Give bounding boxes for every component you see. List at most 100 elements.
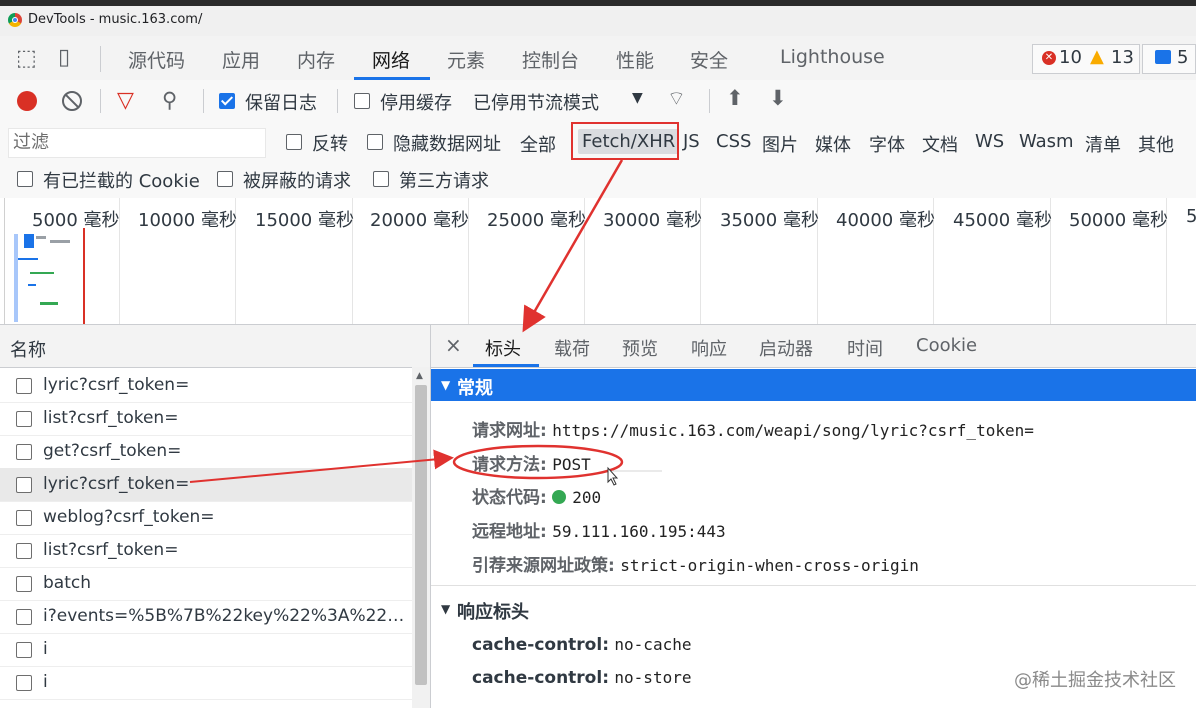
- request-row[interactable]: list?csrf_token=: [0, 534, 412, 568]
- issue-counters[interactable]: ✕ 10 ▲ 13: [1032, 44, 1140, 74]
- record-icon[interactable]: [17, 91, 37, 111]
- timeline-bar: [18, 258, 38, 260]
- tab-elements[interactable]: 元素: [447, 46, 485, 73]
- row-checkbox-icon: [16, 543, 32, 559]
- request-row[interactable]: i: [0, 633, 412, 667]
- messages-counter[interactable]: 5: [1142, 44, 1196, 74]
- window-title-bar: DevTools - music.163.com/: [0, 0, 1196, 37]
- tab-lighthouse[interactable]: Lighthouse: [780, 46, 885, 68]
- tab-memory[interactable]: 内存: [297, 46, 335, 73]
- tab-payload[interactable]: 载荷: [554, 335, 590, 361]
- filter-media[interactable]: 媒体: [815, 131, 851, 157]
- request-row[interactable]: i: [0, 666, 412, 700]
- row-checkbox-icon: [16, 378, 32, 394]
- filter-css[interactable]: CSS: [716, 131, 751, 152]
- filter-input-box[interactable]: [8, 128, 266, 158]
- timeline-bar: [14, 234, 18, 322]
- timeline-overview[interactable]: 5000 毫秒 10000 毫秒 15000 毫秒 20000 毫秒 25000…: [0, 198, 1196, 325]
- filter-font[interactable]: 字体: [869, 131, 905, 157]
- general-section-header[interactable]: ▼ 常规: [431, 369, 1196, 401]
- field-key: 状态代码:: [472, 488, 547, 508]
- request-row[interactable]: batch: [0, 567, 412, 601]
- network-toolbar: ▽ ⚲ 保留日志 停用缓存 已停用节流模式 ▼ ⌔ ⬆ ⬇: [0, 80, 1196, 123]
- filter-all[interactable]: 全部: [520, 131, 556, 157]
- inspect-element-icon[interactable]: ⬚: [16, 48, 37, 70]
- divider: [203, 89, 204, 113]
- row-checkbox-icon: [16, 510, 32, 526]
- filter-doc[interactable]: 文档: [922, 131, 958, 157]
- tab-preview[interactable]: 预览: [622, 335, 658, 361]
- field-key: 请求方法:: [472, 455, 547, 475]
- row-checkbox-icon: [16, 411, 32, 427]
- tab-response[interactable]: 响应: [691, 335, 727, 361]
- device-toolbar-icon[interactable]: ▯: [58, 47, 70, 69]
- tab-security[interactable]: 安全: [690, 46, 728, 73]
- tab-performance[interactable]: 性能: [616, 46, 654, 73]
- divider: [100, 89, 101, 113]
- divider: [337, 89, 338, 113]
- scroll-up-icon[interactable]: ▲: [416, 371, 423, 381]
- tab-timing[interactable]: 时间: [847, 335, 883, 361]
- request-row[interactable]: list?csrf_token=: [0, 402, 412, 436]
- request-name: batch: [43, 573, 91, 593]
- filter-js[interactable]: JS: [683, 131, 700, 152]
- tab-sources[interactable]: 源代码: [128, 46, 185, 73]
- timeline-tick: 5000 毫秒: [32, 210, 120, 231]
- field-value: https://music.163.com/weapi/song/lyric?c…: [552, 421, 1034, 440]
- tab-console[interactable]: 控制台: [522, 46, 579, 73]
- tab-cookies[interactable]: Cookie: [916, 335, 977, 356]
- blocked-cookies-checkbox[interactable]: [17, 171, 33, 187]
- request-row-selected[interactable]: lyric?csrf_token=: [0, 468, 412, 502]
- field-value: 59.111.160.195:443: [552, 522, 726, 541]
- response-headers-section-header[interactable]: ▼ 响应标头: [431, 593, 1196, 625]
- chevron-down-icon[interactable]: ▼: [632, 90, 643, 106]
- row-checkbox-icon: [16, 477, 32, 493]
- request-name: lyric?csrf_token=: [43, 375, 190, 395]
- blocked-requests-checkbox[interactable]: [217, 171, 233, 187]
- tab-initiator[interactable]: 启动器: [759, 335, 813, 361]
- filter-img[interactable]: 图片: [762, 131, 798, 157]
- third-party-checkbox[interactable]: [373, 171, 389, 187]
- timeline-tick: 30000 毫秒: [603, 210, 702, 231]
- request-detail-panel: × 标头 载荷 预览 响应 启动器 时间 Cookie ▼ 常规 请求网址: h…: [431, 325, 1196, 708]
- tab-headers[interactable]: 标头: [485, 335, 521, 361]
- timeline-bar: [24, 234, 34, 248]
- disable-cache-checkbox[interactable]: [354, 93, 370, 109]
- search-icon[interactable]: ⚲: [162, 88, 177, 112]
- field-key: cache-control:: [472, 635, 609, 655]
- invert-checkbox[interactable]: [286, 134, 302, 150]
- export-har-icon[interactable]: ⬇: [769, 86, 787, 110]
- name-column-header[interactable]: 名称: [0, 325, 430, 368]
- timeline-bar: [30, 272, 54, 274]
- request-row[interactable]: i?events=%5B%7B%22key%22%3A%22perf...: [0, 600, 412, 634]
- request-name: weblog?csrf_token=: [43, 507, 215, 527]
- field-value: no-store: [614, 668, 692, 687]
- gridline: [4, 198, 5, 324]
- timeline-tick: 35000 毫秒: [720, 210, 819, 231]
- request-row[interactable]: get?csrf_token=: [0, 435, 412, 469]
- network-conditions-icon[interactable]: ⌔: [667, 86, 686, 111]
- import-har-icon[interactable]: ⬆: [726, 86, 744, 110]
- filter-manifest[interactable]: 清单: [1085, 131, 1121, 157]
- tab-application[interactable]: 应用: [222, 46, 260, 73]
- field-key: 请求网址:: [472, 421, 547, 441]
- close-icon[interactable]: ×: [445, 333, 462, 357]
- throttling-select[interactable]: 已停用节流模式: [473, 89, 599, 115]
- main-tab-bar: ⬚ ▯ 源代码 应用 内存 网络 元素 控制台 性能 安全 Lighthouse…: [0, 36, 1196, 81]
- field-value: no-cache: [614, 635, 692, 654]
- request-row[interactable]: lyric?csrf_token=: [0, 369, 412, 403]
- clear-icon[interactable]: [62, 91, 82, 111]
- request-row[interactable]: weblog?csrf_token=: [0, 501, 412, 535]
- filter-wasm[interactable]: Wasm: [1019, 131, 1074, 152]
- preserve-log-checkbox[interactable]: [219, 93, 235, 109]
- filter-input[interactable]: [9, 129, 257, 155]
- filter-icon[interactable]: ▽: [117, 88, 134, 113]
- filter-ws[interactable]: WS: [975, 131, 1004, 152]
- general-field-remote-address: 远程地址: 59.111.160.195:443: [472, 517, 726, 542]
- hide-data-urls-checkbox[interactable]: [367, 134, 383, 150]
- response-headers-title: 响应标头: [457, 602, 529, 623]
- tab-network[interactable]: 网络: [372, 46, 410, 73]
- response-header-field: cache-control: no-cache: [472, 635, 691, 655]
- scrollbar-thumb[interactable]: [415, 385, 427, 685]
- filter-other[interactable]: 其他: [1138, 131, 1174, 157]
